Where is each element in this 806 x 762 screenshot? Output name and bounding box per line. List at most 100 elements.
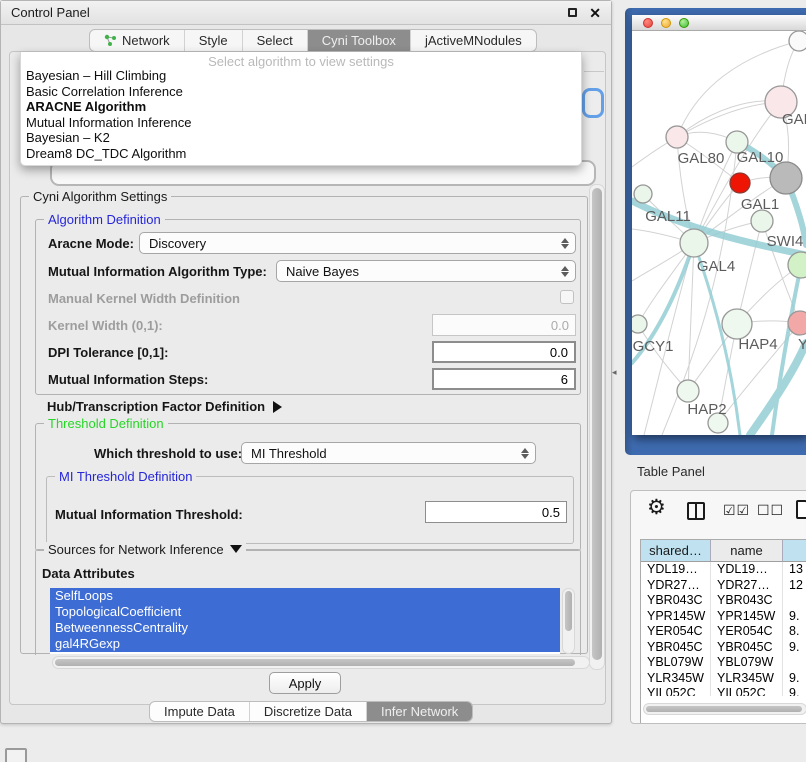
node-label: GAL80 bbox=[678, 150, 725, 167]
algorithm-dropdown-placeholder: Select algorithm to view settings bbox=[21, 52, 581, 68]
column-header-partial[interactable] bbox=[783, 540, 806, 561]
cell: YBL079W bbox=[711, 655, 783, 671]
table-row[interactable]: YIL052CYIL052C9. bbox=[641, 686, 806, 696]
network-node[interactable] bbox=[632, 315, 647, 333]
network-node[interactable] bbox=[722, 309, 752, 339]
columns-icon[interactable] bbox=[687, 502, 705, 520]
network-canvas[interactable]: GAL2 GAL80 GAL10 GAL1 GAL11 GAL4 SWI4 GC… bbox=[632, 31, 806, 435]
algorithm-option[interactable]: Mutual Information Inference bbox=[21, 115, 581, 131]
manual-kernel-label: Manual Kernel Width Definition bbox=[48, 291, 240, 306]
dpi-tolerance-field[interactable] bbox=[432, 341, 576, 363]
tab-jactivemnodules[interactable]: jActiveMNodules bbox=[411, 30, 536, 51]
attribute-item-selected[interactable]: SelfLoops bbox=[50, 588, 560, 604]
algorithm-option[interactable]: Basic Correlation Inference bbox=[21, 84, 581, 100]
zoom-traffic-light-icon[interactable] bbox=[679, 18, 689, 28]
network-window: GAL2 GAL80 GAL10 GAL1 GAL11 GAL4 SWI4 GC… bbox=[632, 15, 806, 435]
table-row[interactable]: YLR345WYLR345W9. bbox=[641, 671, 806, 687]
combo-spinner-icon bbox=[561, 266, 569, 277]
mi-steps-field[interactable] bbox=[432, 368, 576, 390]
mi-algorithm-type-label: Mutual Information Algorithm Type: bbox=[48, 264, 267, 279]
attribute-item-selected[interactable]: gal4RGexp bbox=[50, 636, 560, 652]
attribute-item-selected[interactable]: TopologicalCoefficient bbox=[50, 604, 560, 620]
cyni-toolbox-pane: Select algorithm to view settings Bayesi… bbox=[9, 51, 606, 705]
algorithm-option[interactable]: Bayesian – Hill Climbing bbox=[21, 68, 581, 84]
sources-title-label: Sources for Network Inference bbox=[48, 542, 224, 557]
cell: YBR045C bbox=[711, 640, 783, 656]
cell: YIL052C bbox=[711, 686, 783, 696]
cell: 8. bbox=[783, 624, 806, 640]
sources-group-title[interactable]: Sources for Network Inference bbox=[44, 542, 246, 557]
cell: YLR345W bbox=[641, 671, 711, 687]
table-horizontal-scrollbar[interactable] bbox=[643, 703, 806, 715]
network-node-gray[interactable] bbox=[770, 162, 802, 194]
mi-algorithm-type-value: Naive Bayes bbox=[286, 264, 359, 279]
export-table-icon[interactable] bbox=[796, 500, 806, 519]
attribute-item-selected[interactable]: BetweennessCentrality bbox=[50, 620, 560, 636]
manual-kernel-checkbox[interactable] bbox=[560, 290, 574, 304]
network-node[interactable] bbox=[751, 210, 773, 232]
tab-cyni-toolbox[interactable]: Cyni Toolbox bbox=[308, 30, 411, 51]
table-row[interactable]: YBL079WYBL079W bbox=[641, 655, 806, 671]
kernel-width-field[interactable] bbox=[432, 314, 576, 336]
tab-network-label: Network bbox=[122, 33, 170, 48]
algorithm-option[interactable]: Dream8 DC_TDC Algorithm bbox=[21, 146, 581, 162]
table-row[interactable]: YPR145WYPR145W9. bbox=[641, 609, 806, 625]
algorithm-definition-group: Algorithm Definition Aracne Mode: Discov… bbox=[35, 219, 581, 395]
hub-definition-toggle[interactable]: Hub/Transcription Factor Definition bbox=[47, 399, 282, 414]
mi-steps-label: Mutual Information Steps: bbox=[48, 372, 208, 387]
network-window-titlebar bbox=[632, 15, 806, 31]
network-node[interactable] bbox=[680, 229, 708, 257]
table-row[interactable]: YBR045CYBR045C9. bbox=[641, 640, 806, 656]
cell bbox=[783, 593, 806, 609]
table-row[interactable]: YDL19…YDL19…13 bbox=[641, 562, 806, 578]
cell: YLR345W bbox=[711, 671, 783, 687]
apply-button[interactable]: Apply bbox=[269, 672, 341, 694]
tab-impute-data[interactable]: Impute Data bbox=[150, 702, 250, 721]
network-node[interactable] bbox=[666, 126, 688, 148]
network-node[interactable] bbox=[788, 252, 806, 278]
network-node[interactable] bbox=[634, 185, 652, 203]
mi-algorithm-type-combo[interactable]: Naive Bayes bbox=[276, 260, 576, 282]
which-threshold-combo[interactable]: MI Threshold bbox=[241, 442, 536, 464]
mi-threshold-field[interactable] bbox=[425, 501, 567, 523]
network-node-pink[interactable] bbox=[788, 311, 806, 335]
aracne-mode-value: Discovery bbox=[149, 236, 206, 251]
node-label: SWI4 bbox=[767, 233, 804, 250]
cell: 12 bbox=[783, 578, 806, 594]
tab-discretize-data[interactable]: Discretize Data bbox=[250, 702, 367, 721]
partial-panel-icon[interactable] bbox=[5, 748, 27, 762]
network-node[interactable] bbox=[677, 380, 699, 402]
cell: 13 bbox=[783, 562, 806, 578]
close-icon[interactable]: ✕ bbox=[589, 6, 601, 20]
algorithm-option-selected[interactable]: ARACNE Algorithm bbox=[21, 99, 581, 115]
aracne-mode-combo[interactable]: Discovery bbox=[139, 232, 576, 254]
network-node-red[interactable] bbox=[730, 173, 750, 193]
select-all-checkboxes-icon[interactable]: ☑☑ bbox=[723, 503, 750, 517]
deselect-all-checkboxes-icon[interactable]: ☐☐ bbox=[757, 503, 784, 517]
table-row[interactable]: YBR043CYBR043C bbox=[641, 593, 806, 609]
tab-infer-network[interactable]: Infer Network bbox=[367, 702, 472, 721]
splitter-handle[interactable]: ◂ bbox=[612, 367, 617, 378]
cell: YER054C bbox=[711, 624, 783, 640]
close-traffic-light-icon[interactable] bbox=[643, 18, 653, 28]
tab-style[interactable]: Style bbox=[185, 30, 243, 51]
settings-horizontal-scrollbar[interactable] bbox=[52, 656, 590, 669]
float-window-icon[interactable] bbox=[568, 8, 577, 17]
gear-icon[interactable]: ⚙ bbox=[647, 497, 666, 518]
tab-network[interactable]: Network bbox=[90, 30, 185, 51]
attribute-list-scrollbar[interactable] bbox=[562, 588, 575, 654]
settings-vertical-scrollbar[interactable] bbox=[589, 184, 605, 670]
column-header-name[interactable]: name bbox=[711, 540, 783, 561]
table-row[interactable]: YDR27…YDR27…12 bbox=[641, 578, 806, 594]
node-label: GAL2 bbox=[782, 111, 806, 128]
algorithm-option[interactable]: Bayesian – K2 bbox=[21, 130, 581, 146]
control-panel-tabs: Network Style Select Cyni Toolbox jActiv… bbox=[89, 29, 537, 52]
mi-threshold-group: MI Threshold Definition Mutual Informati… bbox=[46, 476, 574, 544]
tab-select[interactable]: Select bbox=[243, 30, 308, 51]
minimize-traffic-light-icon[interactable] bbox=[661, 18, 671, 28]
node-label: HAP4 bbox=[738, 336, 777, 353]
table-row[interactable]: YER054CYER054C8. bbox=[641, 624, 806, 640]
cell: YER054C bbox=[641, 624, 711, 640]
column-header-shared-name[interactable]: shared… bbox=[641, 540, 711, 561]
network-node[interactable] bbox=[789, 31, 806, 51]
